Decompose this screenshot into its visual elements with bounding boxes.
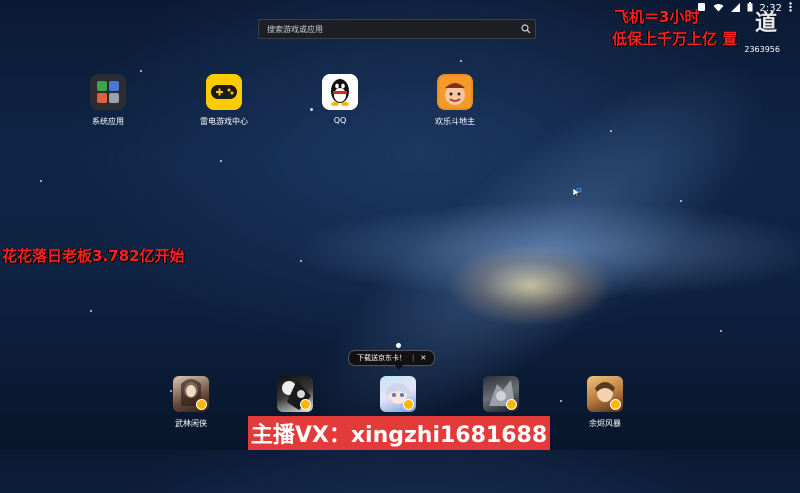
app-happy-landlord[interactable]: 欢乐斗地主 [410,74,500,127]
app-label: QQ [333,116,347,125]
qq-penguin-icon [322,74,358,110]
dock-app-4[interactable] [461,376,541,418]
app-label: 欢乐斗地主 [435,117,475,126]
search-bar[interactable] [258,19,536,39]
app-label: 系统应用 [92,117,124,126]
tooltip-close-button[interactable]: ✕ [420,354,426,362]
overlay-boss-text: 花花落日老板3.782亿开始 [2,247,185,265]
game-character-icon [380,376,416,412]
gamepad-icon [206,74,242,110]
dock-app-2[interactable] [255,376,335,418]
download-badge-icon [506,399,517,410]
room-number: 2363956 [744,45,780,54]
game-character-icon [587,376,623,412]
download-badge-icon [196,399,207,410]
streamer-contact-banner: 主播VX：xingzhi1681688 [248,416,550,450]
app-system-apps[interactable]: 系统应用 [63,74,153,127]
game-character-icon [173,376,209,412]
game-character-icon [483,376,519,412]
app-ldplayer-game-center[interactable]: 雷电游戏中心 [179,74,269,127]
dock-app-yujin-fengbao[interactable]: 余烬风暴 [565,376,645,429]
game-character-icon [277,376,313,412]
download-badge-icon [300,399,311,410]
app-qq[interactable]: QQ [295,74,385,125]
app-label: 武林闲侠 [175,419,207,428]
mouse-cursor-icon [572,183,583,202]
landlord-game-icon [437,74,473,110]
tooltip-text: 下载送京东卡！ [357,354,406,362]
search-input[interactable] [259,23,517,35]
dock-app-wulin-xianxia[interactable]: 武林闲侠 [151,376,231,429]
app-label: 雷电游戏中心 [200,117,248,126]
download-promo-tooltip[interactable]: 下载送京东卡！ | ✕ [348,350,436,370]
page-indicator[interactable] [396,343,401,348]
app-label: 余烬风暴 [589,419,621,428]
download-badge-icon [610,399,621,410]
download-badge-icon [403,399,414,410]
system-apps-folder-icon [90,74,126,110]
overlay-flight-text: 飞机＝3小时 [614,8,700,26]
dock-app-3[interactable] [358,376,438,418]
search-icon[interactable] [517,20,535,38]
